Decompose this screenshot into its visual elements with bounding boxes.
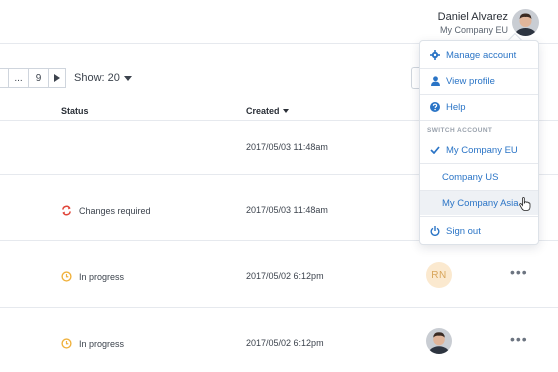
user-company: My Company EU — [439, 25, 508, 35]
menu-divider — [420, 120, 538, 121]
column-header-created[interactable]: Created — [246, 106, 289, 116]
page-size-select[interactable]: Show: 20 — [74, 72, 132, 84]
menu-divider — [420, 163, 538, 164]
menu-item-help[interactable]: Help — [420, 95, 538, 119]
status-label: In progress — [79, 338, 125, 349]
assignee-avatar — [426, 328, 452, 354]
user-menu-trigger[interactable]: Daniel Alvarez My Company EU — [438, 11, 508, 36]
hand-cursor-icon — [519, 197, 531, 214]
created-cell: 2017/05/02 6:12pm — [246, 338, 324, 348]
more-actions-icon[interactable]: ••• — [510, 264, 528, 280]
clock-icon — [61, 338, 72, 349]
status-label: In progress — [79, 271, 125, 282]
account-dropdown: Manage account View profile Help SWITCH … — [419, 40, 539, 245]
clock-icon — [61, 271, 72, 282]
help-icon — [424, 102, 446, 112]
page-button-last[interactable]: 9 — [28, 68, 48, 88]
created-cell: 2017/05/03 11:48am — [246, 142, 328, 152]
menu-item-sign-out[interactable]: Sign out — [420, 219, 538, 243]
gear-icon — [424, 50, 446, 60]
created-cell: 2017/05/03 11:48am — [246, 205, 328, 215]
person-icon — [424, 76, 446, 86]
sort-down-icon — [282, 109, 289, 113]
menu-item-view-profile[interactable]: View profile — [420, 69, 538, 93]
page-ellipsis[interactable]: ... — [8, 68, 28, 88]
user-avatar[interactable] — [512, 9, 539, 36]
status-cell: In progress — [61, 338, 124, 349]
check-icon — [424, 146, 446, 154]
more-actions-icon[interactable]: ••• — [510, 331, 528, 347]
caret-right-icon — [54, 74, 60, 82]
switch-account-heading: SWITCH ACCOUNT — [427, 127, 493, 134]
menu-item-account-us[interactable]: Company US — [420, 165, 538, 189]
status-cell: In progress — [61, 271, 124, 282]
status-cell: Changes required — [61, 205, 151, 216]
menu-item-manage-account[interactable]: Manage account — [420, 43, 538, 67]
refresh-icon — [62, 205, 71, 216]
assignee-initials-avatar: RN — [426, 262, 452, 288]
user-name: Daniel Alvarez — [437, 11, 508, 23]
page-button[interactable] — [0, 68, 8, 88]
page-size-label: Show: 20 — [74, 72, 120, 84]
pagination: ... 9 Show: 20 — [0, 67, 132, 89]
status-label: Changes required — [79, 205, 151, 216]
power-icon — [424, 226, 446, 236]
menu-divider — [420, 216, 538, 217]
next-page-button[interactable] — [48, 68, 66, 88]
column-header-status[interactable]: Status — [61, 106, 89, 116]
caret-down-icon — [123, 75, 132, 81]
divider — [0, 307, 558, 308]
menu-item-account-eu[interactable]: My Company EU — [420, 138, 538, 162]
created-cell: 2017/05/02 6:12pm — [246, 271, 324, 281]
